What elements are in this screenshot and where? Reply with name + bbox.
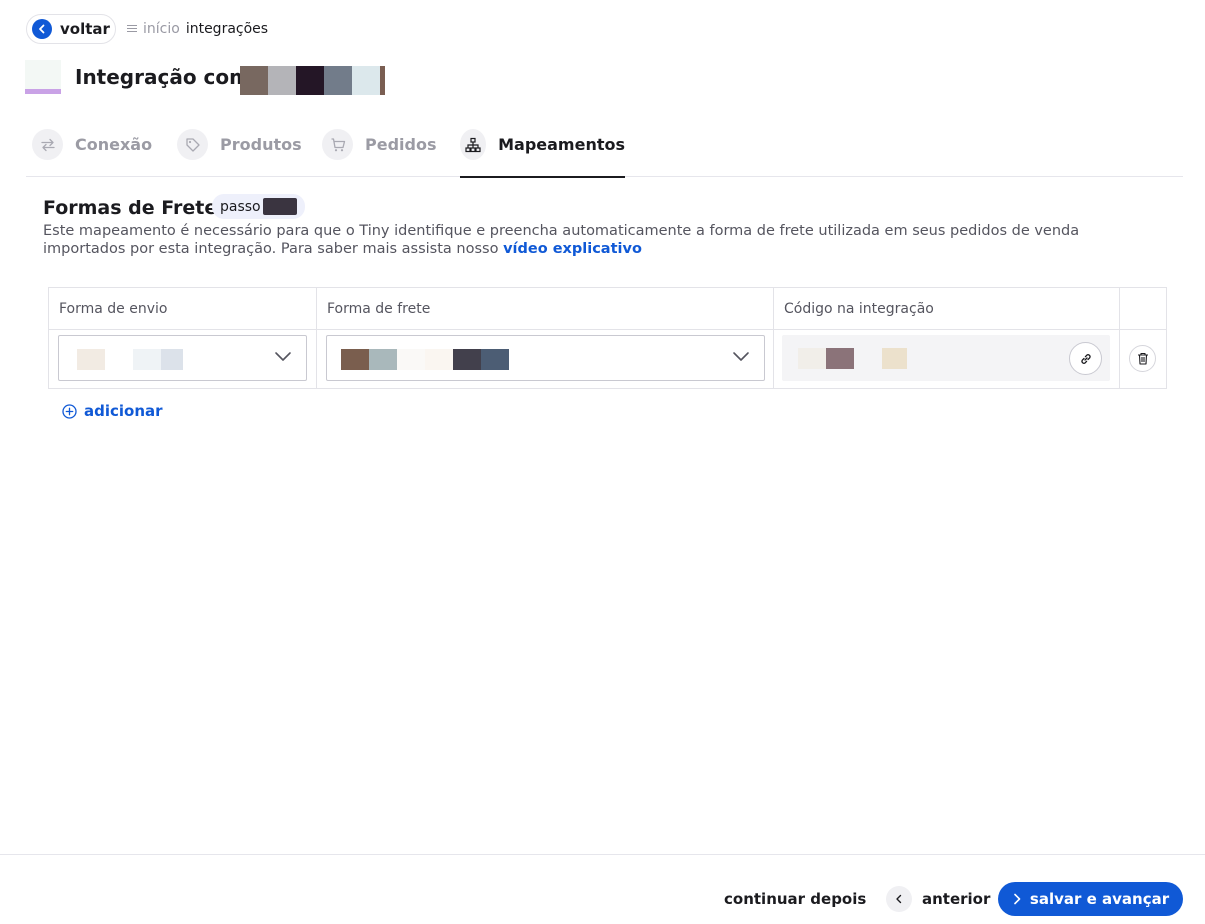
- tab-produtos-label: Produtos: [220, 135, 302, 154]
- chevron-right-icon: [1014, 893, 1021, 905]
- redaction-block: [133, 349, 161, 370]
- chevron-down-icon: [275, 352, 291, 361]
- redaction-block: [397, 349, 425, 370]
- table-row: [49, 330, 317, 388]
- tab-produtos[interactable]: Produtos: [177, 129, 302, 176]
- previous-button[interactable]: anterior: [886, 884, 990, 914]
- mapping-table: Forma de envio Forma de frete Código na …: [48, 287, 1167, 389]
- step-badge-label: passo: [220, 198, 261, 215]
- redaction-block: [161, 349, 183, 370]
- redaction-block: [240, 66, 268, 95]
- chevron-left-icon: [886, 886, 912, 912]
- redacted-envio-value: [77, 349, 183, 370]
- plus-circle-icon: [62, 403, 77, 419]
- arrows-exchange-icon: [32, 129, 63, 160]
- menu-icon: [127, 21, 137, 37]
- table-row: [774, 330, 1120, 388]
- redacted-integration-name: [240, 66, 385, 95]
- tab-pedidos[interactable]: Pedidos: [322, 129, 436, 176]
- redacted-step-number: [262, 198, 297, 215]
- add-mapping-button[interactable]: adicionar: [62, 402, 163, 420]
- redaction-block: [77, 349, 105, 370]
- trash-icon: [1137, 352, 1148, 365]
- save-and-next-label: salvar e avançar: [1029, 890, 1170, 908]
- redaction-block: [296, 66, 324, 95]
- add-mapping-label: adicionar: [84, 402, 163, 420]
- redaction-block: [798, 348, 826, 369]
- forma-envio-select[interactable]: [58, 335, 307, 381]
- forma-frete-select[interactable]: [326, 335, 765, 381]
- back-label: voltar: [60, 20, 110, 38]
- redaction-block: [369, 349, 397, 370]
- back-button[interactable]: voltar: [26, 14, 116, 44]
- integration-logo: [25, 60, 61, 94]
- continue-later-button[interactable]: continuar depois: [724, 890, 866, 908]
- redaction-block: [882, 348, 907, 369]
- tab-bar: Conexão Produtos Pedidos Mapeamentos: [26, 122, 1183, 178]
- link-button[interactable]: [1069, 342, 1102, 375]
- tab-mapeamentos[interactable]: Mapeamentos: [460, 129, 625, 178]
- table-row: [1120, 330, 1166, 388]
- table-row: [317, 330, 774, 388]
- redaction-block: [425, 349, 453, 370]
- redaction-block: [826, 348, 854, 369]
- redaction-block: [324, 66, 352, 95]
- redaction-block: [854, 348, 882, 369]
- tab-conexao-label: Conexão: [75, 135, 153, 154]
- link-icon: [1080, 353, 1091, 364]
- redaction-block: [453, 349, 481, 370]
- chevron-left-icon: [32, 19, 52, 39]
- previous-label: anterior: [922, 890, 991, 908]
- hierarchy-icon: [460, 129, 487, 160]
- header-forma-frete: Forma de frete: [317, 288, 774, 330]
- redaction-block: [352, 66, 380, 95]
- save-and-next-button[interactable]: salvar e avançar: [998, 882, 1183, 916]
- redaction-block: [380, 66, 385, 95]
- redaction-block: [105, 349, 133, 370]
- section-description: Este mapeamento é necessário para que o …: [43, 222, 1163, 258]
- redacted-codigo-value: [798, 348, 907, 369]
- breadcrumb: início integrações: [127, 21, 268, 37]
- codigo-integracao-field[interactable]: [782, 335, 1110, 381]
- redaction-block: [481, 349, 509, 370]
- header-forma-envio: Forma de envio: [49, 288, 317, 330]
- redaction-block: [268, 66, 296, 95]
- header-codigo-integracao: Código na integração: [774, 288, 1120, 330]
- redaction-block: [341, 349, 369, 370]
- tab-mapeamentos-label: Mapeamentos: [498, 135, 625, 154]
- chevron-down-icon: [733, 352, 749, 361]
- tab-pedidos-label: Pedidos: [365, 135, 437, 154]
- section-title: Formas de Frete: [43, 197, 218, 219]
- step-badge: passo: [212, 194, 305, 219]
- tab-conexao[interactable]: Conexão: [32, 129, 152, 176]
- redacted-frete-value: [341, 349, 509, 370]
- page-title: Integração com: [75, 65, 250, 89]
- delete-row-button[interactable]: [1129, 345, 1156, 372]
- breadcrumb-current: integrações: [185, 21, 269, 37]
- cart-icon: [322, 129, 353, 160]
- breadcrumb-home[interactable]: início: [143, 21, 180, 37]
- header-actions: [1120, 288, 1166, 330]
- footer-bar: continuar depois anterior salvar e avanç…: [0, 854, 1205, 924]
- video-link[interactable]: vídeo explicativo: [503, 241, 642, 257]
- tag-icon: [177, 129, 208, 160]
